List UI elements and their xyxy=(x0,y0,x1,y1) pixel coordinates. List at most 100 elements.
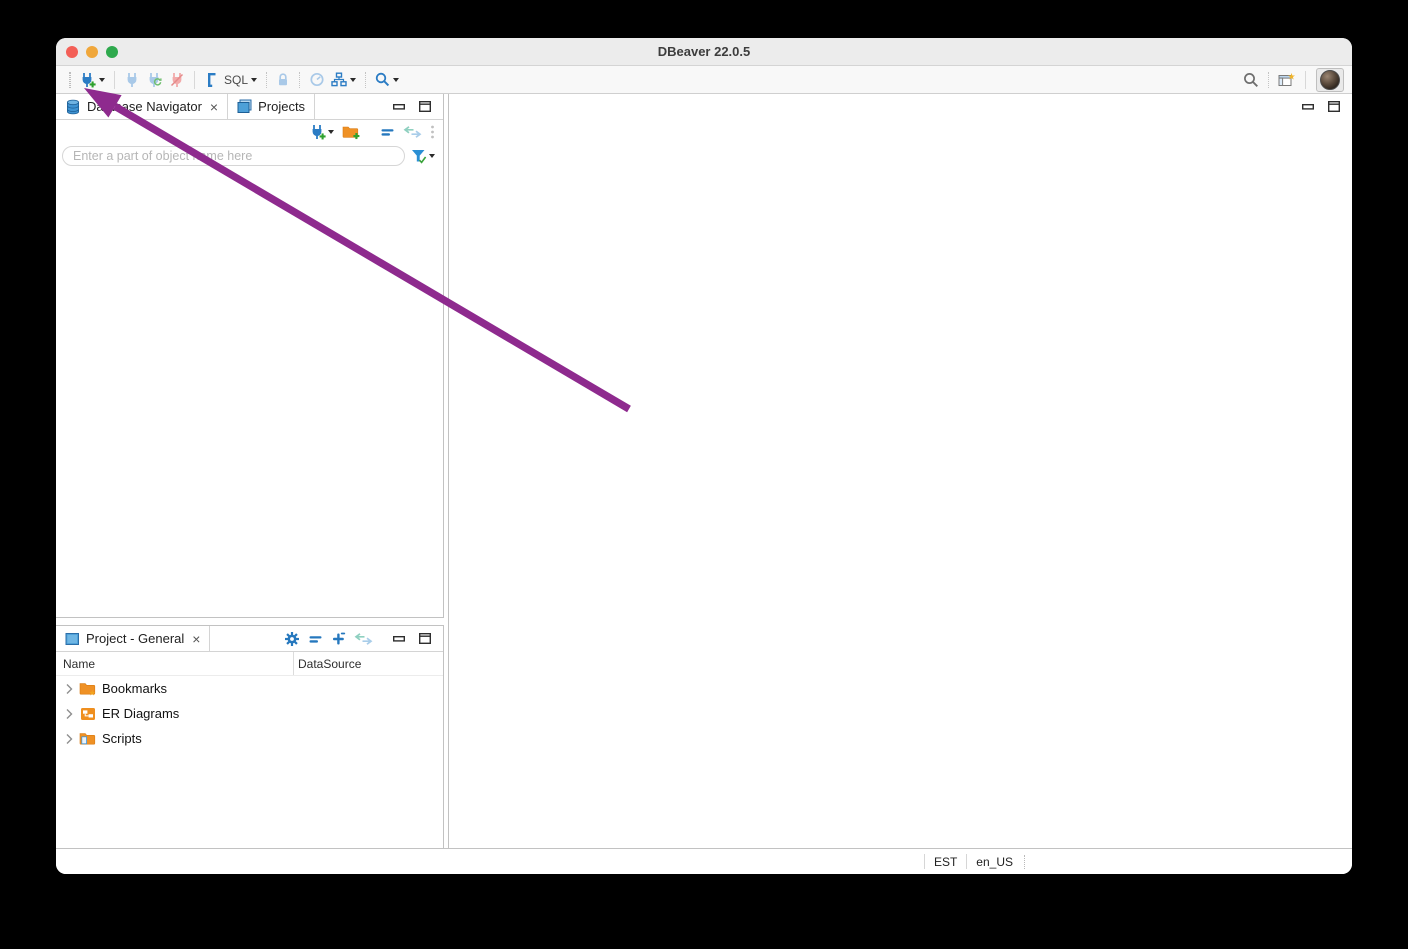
scripts-folder-icon xyxy=(79,731,97,746)
traffic-lights xyxy=(66,38,118,65)
chevron-down-icon xyxy=(251,77,258,82)
column-header-datasource[interactable]: DataSource xyxy=(294,657,443,671)
new-folder-button[interactable] xyxy=(340,123,362,141)
tab-project-general[interactable]: Project - General × xyxy=(56,626,211,651)
connect-button[interactable] xyxy=(121,70,143,90)
project-tab-row: Project - General × xyxy=(56,626,443,652)
expand-all-button[interactable] xyxy=(329,630,348,647)
search-objects-button[interactable] xyxy=(372,70,402,89)
main-toolbar: SQL ★ xyxy=(56,66,1352,94)
chevron-down-icon xyxy=(99,77,105,82)
timezone-indicator[interactable]: EST xyxy=(925,855,966,869)
bookmarks-folder-icon: ★ xyxy=(79,681,97,696)
toolbar-right-group: ★ xyxy=(1240,67,1344,92)
panel-controls xyxy=(381,626,443,651)
left-panel-column: Database Navigator × Projects Enter a pa… xyxy=(56,94,444,848)
window-title: DBeaver 22.0.5 xyxy=(657,44,751,59)
collapse-all-icon xyxy=(308,632,323,646)
user-account-button[interactable] xyxy=(1316,67,1344,92)
close-window-button[interactable] xyxy=(66,45,78,58)
database-icon xyxy=(65,99,81,115)
chevron-down-icon xyxy=(328,130,334,134)
navigator-filter-row xyxy=(56,144,443,168)
close-tab-icon[interactable]: × xyxy=(210,100,218,114)
expand-chevron-icon[interactable] xyxy=(64,708,74,720)
vertical-dots-icon xyxy=(430,125,435,139)
svg-text:★: ★ xyxy=(89,689,96,696)
titlebar: DBeaver 22.0.5 xyxy=(56,38,1352,66)
tab-projects[interactable]: Projects xyxy=(228,94,316,119)
perspective-icon: ★ xyxy=(1278,72,1296,88)
minimize-panel-icon[interactable] xyxy=(393,103,405,110)
locale-indicator[interactable]: en_US xyxy=(967,855,1022,869)
connect-plug-icon xyxy=(124,72,140,88)
lock-button[interactable] xyxy=(273,70,293,89)
maximize-panel-icon[interactable] xyxy=(419,633,431,644)
database-navigator-panel: Database Navigator × Projects xyxy=(56,94,444,618)
project-settings-button[interactable] xyxy=(282,630,302,648)
project-table-header: Name DataSource xyxy=(56,652,443,676)
reconnect-plug-icon xyxy=(146,72,163,88)
navigator-toolbar xyxy=(56,120,443,144)
open-perspective-button[interactable]: ★ xyxy=(1275,70,1299,90)
new-database-connection-button[interactable] xyxy=(76,70,108,90)
global-search-button[interactable] xyxy=(1240,70,1262,90)
data-transfer-icon xyxy=(331,72,347,87)
dashboard-button[interactable] xyxy=(306,70,328,89)
tree-row-er-diagrams[interactable]: ER Diagrams xyxy=(56,701,443,726)
tree-item-label: ER Diagrams xyxy=(102,706,180,721)
new-connection-plug-icon xyxy=(309,124,326,140)
collapse-all-button[interactable] xyxy=(306,631,325,647)
maximize-panel-icon[interactable] xyxy=(419,101,431,112)
column-header-name[interactable]: Name xyxy=(56,652,294,675)
panel-controls xyxy=(381,94,443,119)
project-general-panel: Project - General × Name DataSource ★ Bo… xyxy=(56,625,444,848)
sql-editor-label: SQL xyxy=(224,72,249,87)
horizontal-splitter[interactable] xyxy=(56,618,444,625)
toolbar-separator xyxy=(194,70,195,89)
new-sql-editor-button[interactable]: SQL xyxy=(201,70,260,90)
tab-label: Projects xyxy=(258,99,306,114)
search-icon xyxy=(1243,72,1259,88)
chevron-down-icon xyxy=(350,77,357,82)
link-editor-icon xyxy=(354,632,373,645)
filter-settings-button[interactable] xyxy=(409,148,437,165)
minimize-panel-icon[interactable] xyxy=(393,635,405,642)
tab-database-navigator[interactable]: Database Navigator × xyxy=(56,94,229,119)
editor-area xyxy=(448,94,1352,848)
toolbar-separator xyxy=(114,70,115,89)
expand-chevron-icon[interactable] xyxy=(64,733,74,745)
object-filter-input[interactable] xyxy=(62,146,405,166)
tree-row-bookmarks[interactable]: ★ Bookmarks xyxy=(56,676,443,701)
toolbar-separator xyxy=(1305,70,1306,89)
chevron-down-icon xyxy=(429,154,435,158)
close-tab-icon[interactable]: × xyxy=(192,632,200,646)
statusbar: EST en_US xyxy=(56,848,1352,874)
toolbar-separator xyxy=(266,71,268,88)
toolbar-drag-handle[interactable] xyxy=(69,71,71,88)
disconnect-plug-icon xyxy=(169,72,185,88)
view-menu-button[interactable] xyxy=(428,124,437,140)
collapse-all-button[interactable] xyxy=(378,124,397,140)
expand-all-icon xyxy=(331,631,346,646)
navigator-tree[interactable] xyxy=(56,168,443,617)
link-with-editor-button[interactable] xyxy=(401,125,424,139)
project-toolbar xyxy=(276,626,381,651)
tree-row-scripts[interactable]: Scripts xyxy=(56,726,443,751)
data-transfer-button[interactable] xyxy=(328,70,359,89)
zoom-window-button[interactable] xyxy=(106,45,118,58)
minimize-panel-icon[interactable] xyxy=(1302,103,1314,110)
maximize-panel-icon[interactable] xyxy=(1328,101,1340,112)
navigator-new-connection-button[interactable] xyxy=(307,123,336,141)
desktop-background: DBeaver 22.0.5 SQL ★ Database Navigator … xyxy=(0,0,1408,949)
reconnect-button[interactable] xyxy=(143,70,166,90)
chevron-down-icon xyxy=(393,77,400,82)
expand-chevron-icon[interactable] xyxy=(64,683,74,695)
link-with-editor-button[interactable] xyxy=(352,632,375,646)
link-editor-icon xyxy=(403,126,422,138)
minimize-window-button[interactable] xyxy=(86,45,98,58)
disconnect-button[interactable] xyxy=(166,70,188,90)
filter-funnel-icon xyxy=(411,149,427,164)
sql-script-icon xyxy=(204,72,219,88)
lock-icon xyxy=(276,72,290,87)
